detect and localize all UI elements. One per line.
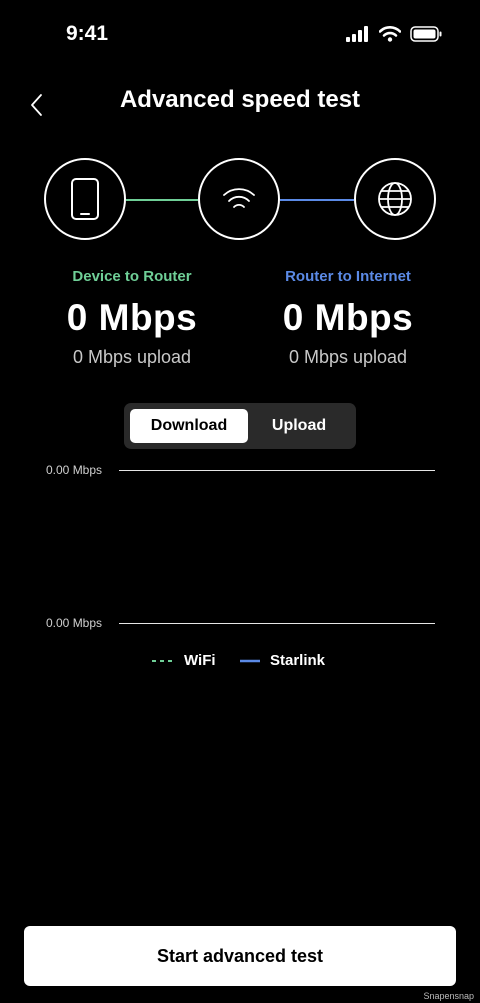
download-upload-toggle: Download Upload	[124, 403, 356, 449]
phone-icon	[71, 178, 99, 220]
signal-icon	[346, 26, 370, 47]
wifi-status-icon	[378, 26, 402, 47]
device-router-upload: 0 Mbps upload	[72, 347, 192, 367]
router-internet-upload: 0 Mbps upload	[288, 347, 408, 367]
router-internet-value: 0 Mbps	[282, 297, 414, 338]
nav-bar: Advanced speed test	[0, 82, 480, 122]
y-tick-label-bottom: 0.00 Mbps	[46, 616, 103, 630]
status-bar: 9:41	[0, 0, 480, 70]
device-router-label: Device to Router	[72, 268, 192, 285]
download-tab[interactable]: Download	[130, 409, 248, 443]
status-icons	[346, 26, 442, 47]
connection-diagram	[0, 156, 480, 246]
page-title: Advanced speed test	[119, 86, 361, 113]
device-router-stat: Device to Router 0 Mbps 0 Mbps upload	[12, 268, 252, 368]
chart-legend: WiFi Starlink	[0, 652, 480, 672]
device-router-link	[126, 199, 198, 201]
router-internet-stat: Router to Internet 0 Mbps 0 Mbps upload	[228, 268, 468, 368]
router-internet-label: Router to Internet	[285, 268, 411, 285]
solid-line-swatch	[240, 659, 260, 662]
y-tick-label-top: 0.00 Mbps	[46, 463, 103, 477]
dashed-line-swatch	[152, 659, 174, 662]
globe-icon	[378, 182, 412, 216]
watermark: Snapensnap	[423, 991, 474, 1001]
start-advanced-test-button[interactable]: Start advanced test	[24, 926, 456, 986]
wifi-icon	[223, 188, 255, 208]
status-time: 9:41	[66, 22, 109, 45]
router-internet-link	[280, 199, 354, 201]
internet-node	[354, 158, 436, 240]
device-router-value: 0 Mbps	[66, 297, 198, 338]
gridline-bottom	[119, 623, 435, 624]
battery-icon	[410, 26, 442, 47]
speed-chart: 0.00 Mbps 0.00 Mbps	[0, 455, 480, 640]
legend-item-wifi: WiFi	[152, 652, 216, 669]
legend-item-starlink: Starlink	[240, 652, 325, 669]
legend-label-wifi: WiFi	[184, 652, 216, 669]
device-node	[44, 158, 126, 240]
router-node	[198, 158, 280, 240]
gridline-top	[119, 470, 435, 471]
upload-tab[interactable]: Upload	[240, 409, 358, 443]
legend-label-starlink: Starlink	[270, 652, 326, 669]
